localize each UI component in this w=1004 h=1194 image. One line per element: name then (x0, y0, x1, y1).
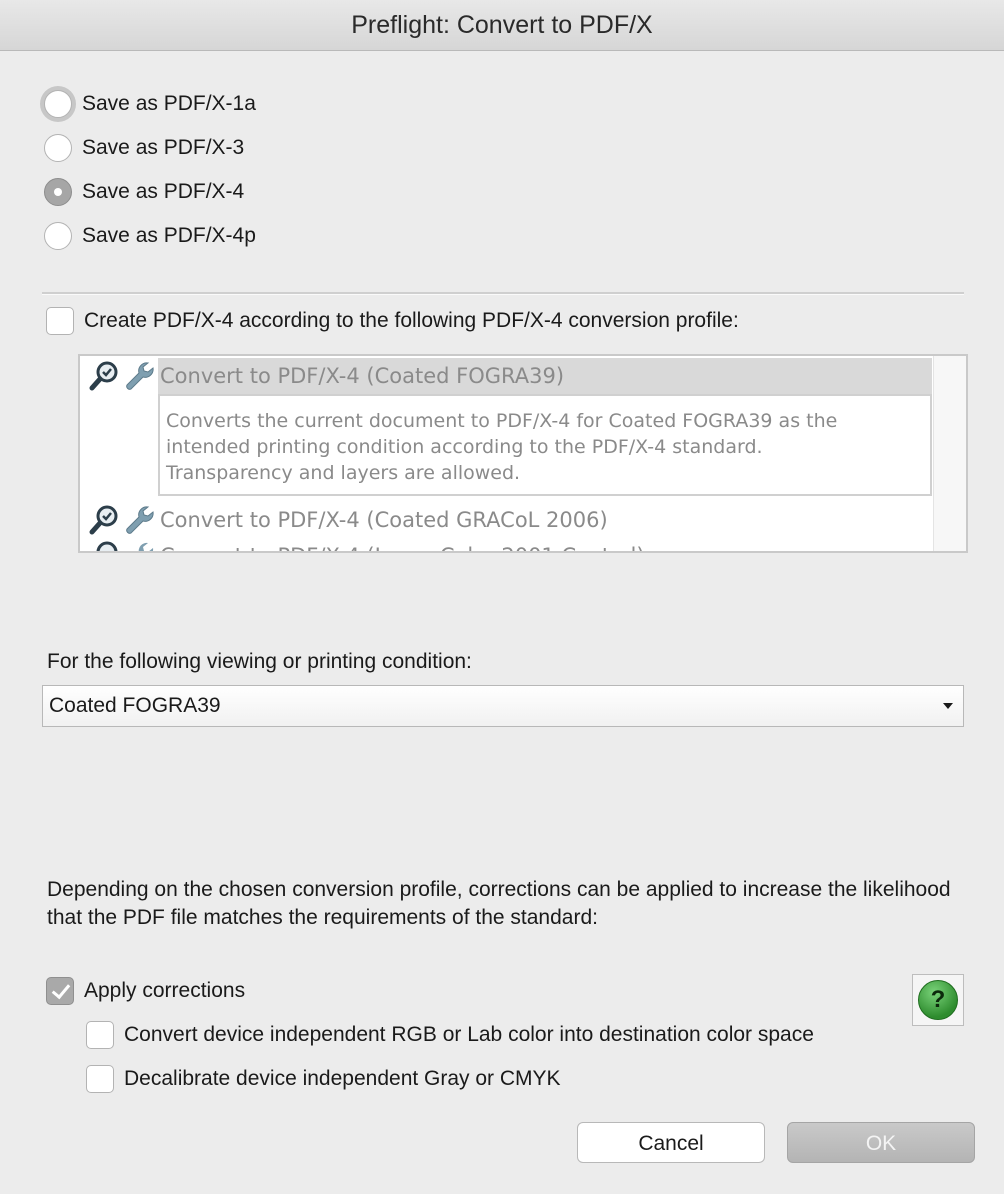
magnifier-check-icon (96, 541, 118, 551)
magnifier-check-icon (89, 361, 118, 391)
radio-pdfx-1a[interactable]: Save as PDF/X-1a (44, 87, 256, 121)
profile-description: Converts the current document to PDF/X-4… (158, 394, 932, 496)
window-title: Preflight: Convert to PDF/X (0, 0, 1004, 51)
list-item[interactable]: Convert to PDF/X-4 (Coated GRACoL 2006) (80, 502, 608, 538)
condition-select-value: Coated FOGRA39 (49, 694, 221, 717)
dropdown-arrow-icon (943, 703, 953, 709)
convert-rgb-lab-checkbox[interactable] (86, 1021, 114, 1049)
radio-button[interactable] (44, 178, 72, 206)
condition-label: For the following viewing or printing co… (47, 650, 472, 673)
decalibrate-label: Decalibrate device independent Gray or C… (124, 1067, 561, 1090)
list-scrollbar[interactable] (933, 356, 966, 551)
radio-pdfx-4p[interactable]: Save as PDF/X-4p (44, 219, 256, 253)
radio-label: Save as PDF/X-3 (82, 136, 245, 159)
radio-pdfx-4[interactable]: Save as PDF/X-4 (44, 175, 244, 209)
decalibrate-checkbox[interactable] (86, 1065, 114, 1093)
cancel-button[interactable]: Cancel (577, 1122, 765, 1163)
radio-button[interactable] (44, 222, 72, 250)
corrections-description: Depending on the chosen conversion profi… (47, 878, 951, 929)
apply-corrections-row[interactable]: Apply corrections (46, 974, 245, 1008)
radio-button[interactable] (44, 134, 72, 162)
divider (42, 292, 964, 295)
profile-checkbox-row[interactable]: Create PDF/X-4 according to the followin… (46, 304, 739, 338)
description-line: Converts the current document to PDF/X-4… (166, 410, 838, 432)
list-item-title: Convert to PDF/X-4 (Japan Color 2001 Coa… (160, 544, 645, 551)
list-item-title: Convert to PDF/X-4 (Coated GRACoL 2006) (160, 508, 608, 532)
wrench-icon (126, 362, 154, 390)
radio-label: Save as PDF/X-4p (82, 224, 256, 247)
condition-select[interactable]: Coated FOGRA39 (42, 685, 964, 727)
list-item[interactable]: Convert to PDF/X-4 (Japan Color 2001 Coa… (80, 538, 645, 551)
radio-label: Save as PDF/X-1a (82, 92, 256, 115)
apply-corrections-checkbox[interactable] (46, 977, 74, 1005)
decalibrate-row[interactable]: Decalibrate device independent Gray or C… (86, 1062, 561, 1096)
conversion-profile-list[interactable]: Convert to PDF/X-4 (Coated FOGRA39) Conv… (78, 354, 968, 553)
radio-button[interactable] (44, 90, 72, 118)
convert-rgb-lab-label: Convert device independent RGB or Lab co… (124, 1023, 814, 1046)
radio-pdfx-3[interactable]: Save as PDF/X-3 (44, 131, 244, 165)
profile-checkbox[interactable] (46, 307, 74, 335)
wrench-icon (126, 506, 154, 534)
wrench-icon (138, 542, 154, 551)
help-button[interactable]: ? (912, 974, 964, 1026)
convert-rgb-lab-row[interactable]: Convert device independent RGB or Lab co… (86, 1018, 814, 1052)
magnifier-check-icon (89, 505, 118, 535)
description-line: Transparency and layers are allowed. (166, 462, 521, 484)
help-icon: ? (918, 980, 958, 1020)
description-line: intended printing condition according to… (166, 436, 763, 458)
radio-label: Save as PDF/X-4 (82, 180, 245, 203)
profile-checkbox-label: Create PDF/X-4 according to the followin… (84, 309, 739, 332)
list-item[interactable]: Convert to PDF/X-4 (Coated FOGRA39) (80, 358, 564, 394)
ok-button[interactable]: OK (787, 1122, 975, 1163)
list-item-title: Convert to PDF/X-4 (Coated FOGRA39) (160, 364, 565, 388)
apply-corrections-label: Apply corrections (84, 979, 246, 1002)
